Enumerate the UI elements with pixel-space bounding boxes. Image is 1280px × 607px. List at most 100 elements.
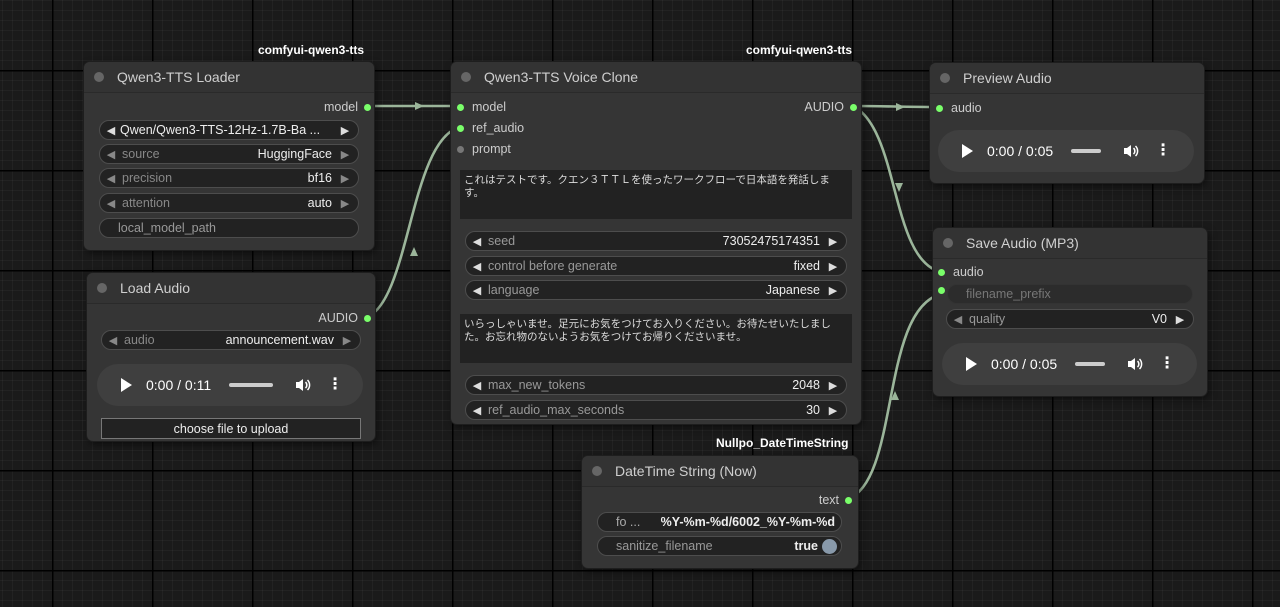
arrow-left-icon[interactable]: ◀ xyxy=(106,334,120,347)
audio-player[interactable]: 0:00 / 0:11 ⋮ xyxy=(97,364,363,406)
model-combo[interactable]: ◀ Qwen/Qwen3-TTS-12Hz-1.7B-Ba ... ▶ xyxy=(99,120,359,140)
output-slot-text[interactable]: text xyxy=(819,493,852,507)
slot-connector-icon[interactable] xyxy=(457,124,464,132)
slot-connector-icon[interactable] xyxy=(457,145,464,153)
more-options-icon[interactable]: ⋮ xyxy=(1155,143,1171,159)
more-options-icon[interactable]: ⋮ xyxy=(1159,356,1175,372)
collapse-dot-icon[interactable] xyxy=(943,238,953,248)
ref-audio-max-seconds-widget[interactable]: ◀ ref_audio_max_seconds 30 ▶ xyxy=(465,400,847,420)
arrow-right-icon[interactable]: ▶ xyxy=(340,334,354,347)
node-qwen3-tts-voice-clone[interactable]: Qwen3-TTS Voice Clone model ref_audio pr… xyxy=(451,62,861,424)
node-header[interactable]: Preview Audio xyxy=(930,63,1204,94)
combo-value: Qwen/Qwen3-TTS-12Hz-1.7B-Ba ... xyxy=(120,123,321,137)
arrow-right-icon[interactable]: ▶ xyxy=(826,284,840,297)
arrow-left-icon[interactable]: ◀ xyxy=(470,404,484,417)
seed-widget[interactable]: ◀ seed 73052475174351 ▶ xyxy=(465,231,847,251)
collapse-dot-icon[interactable] xyxy=(94,72,104,82)
arrow-left-icon[interactable]: ◀ xyxy=(104,124,118,137)
collapse-dot-icon[interactable] xyxy=(592,466,602,476)
more-options-icon[interactable]: ⋮ xyxy=(327,377,343,393)
node-preview-audio[interactable]: Preview Audio audio 0:00 / 0:05 ⋮ xyxy=(930,63,1204,183)
play-icon[interactable] xyxy=(962,144,973,158)
slot-connector-icon[interactable] xyxy=(938,287,945,294)
max-new-tokens-widget[interactable]: ◀ max_new_tokens 2048 ▶ xyxy=(465,375,847,395)
arrow-left-icon[interactable]: ◀ xyxy=(470,284,484,297)
node-badge: comfyui-qwen3-tts xyxy=(258,43,365,57)
arrow-left-icon[interactable]: ◀ xyxy=(470,379,484,392)
arrow-left-icon[interactable]: ◀ xyxy=(951,313,965,326)
toggle-knob-icon[interactable] xyxy=(822,538,837,554)
input-slot-prompt[interactable]: prompt xyxy=(457,142,511,156)
player-time: 0:00 / 0:11 xyxy=(146,377,212,393)
collapse-dot-icon[interactable] xyxy=(940,73,950,83)
input-slot-audio[interactable]: audio xyxy=(936,101,982,115)
language-combo[interactable]: ◀ language Japanese ▶ xyxy=(465,280,847,300)
arrow-left-icon[interactable]: ◀ xyxy=(104,197,118,210)
arrow-right-icon[interactable]: ▶ xyxy=(1173,313,1187,326)
seek-bar[interactable] xyxy=(229,383,274,387)
arrow-right-icon[interactable]: ▶ xyxy=(338,172,352,185)
text-input[interactable]: これはテストです。クエン３ＴＴＬを使ったワークフローで日本語を発話します。 xyxy=(460,170,852,219)
arrow-right-icon[interactable]: ▶ xyxy=(826,235,840,248)
node-save-audio-mp3[interactable]: Save Audio (MP3) audio filename_prefix ◀… xyxy=(933,228,1207,396)
arrow-right-icon[interactable]: ▶ xyxy=(826,404,840,417)
node-header[interactable]: Save Audio (MP3) xyxy=(933,228,1207,259)
precision-combo[interactable]: ◀ precision bf16 ▶ xyxy=(99,168,359,188)
node-datetime-string[interactable]: DateTime String (Now) text fo ... %Y-%m-… xyxy=(582,456,858,568)
arrow-right-icon[interactable]: ▶ xyxy=(826,260,840,273)
node-load-audio[interactable]: Load Audio AUDIO ◀ audio announcement.wa… xyxy=(87,273,375,441)
volume-icon[interactable] xyxy=(295,377,311,393)
widget-label: source xyxy=(122,147,160,161)
slot-connector-icon[interactable] xyxy=(936,104,943,112)
widget-value: 2048 xyxy=(792,378,820,392)
play-icon[interactable] xyxy=(121,378,132,392)
input-slot-model[interactable]: model xyxy=(457,100,506,114)
slot-label: audio xyxy=(951,101,982,115)
input-slot-ref-audio[interactable]: ref_audio xyxy=(457,121,524,135)
ref-text-input[interactable]: いらっしゃいませ。足元にお気をつけてお入りください。お待たせいたしました。お忘れ… xyxy=(460,314,852,363)
output-slot-audio[interactable]: AUDIO xyxy=(318,311,371,325)
attention-combo[interactable]: ◀ attention auto ▶ xyxy=(99,193,359,213)
slot-connector-icon[interactable] xyxy=(364,103,371,111)
choose-file-button[interactable]: choose file to upload xyxy=(101,418,361,439)
arrow-right-icon[interactable]: ▶ xyxy=(338,197,352,210)
output-slot-model[interactable]: model xyxy=(324,100,371,114)
audio-player[interactable]: 0:00 / 0:05 ⋮ xyxy=(942,343,1197,385)
arrow-left-icon[interactable]: ◀ xyxy=(104,148,118,161)
sanitize-filename-toggle[interactable]: sanitize_filename true xyxy=(597,536,842,556)
arrow-left-icon[interactable]: ◀ xyxy=(470,260,484,273)
slot-connector-icon[interactable] xyxy=(457,103,464,111)
seek-bar[interactable] xyxy=(1071,149,1102,153)
slot-connector-icon[interactable] xyxy=(845,496,852,504)
control-before-generate-combo[interactable]: ◀ control before generate fixed ▶ xyxy=(465,256,847,276)
node-header[interactable]: Load Audio xyxy=(87,273,375,304)
collapse-dot-icon[interactable] xyxy=(461,72,471,82)
arrow-left-icon[interactable]: ◀ xyxy=(104,172,118,185)
slot-connector-icon[interactable] xyxy=(938,268,945,276)
output-slot-audio[interactable]: AUDIO xyxy=(804,100,857,114)
source-combo[interactable]: ◀ source HuggingFace ▶ xyxy=(99,144,359,164)
slot-connector-icon[interactable] xyxy=(364,314,371,322)
volume-icon[interactable] xyxy=(1123,143,1139,159)
audio-combo[interactable]: ◀ audio announcement.wav ▶ xyxy=(101,330,361,350)
arrow-right-icon[interactable]: ▶ xyxy=(338,124,352,137)
seek-bar[interactable] xyxy=(1075,362,1106,366)
slot-connector-icon[interactable] xyxy=(850,103,857,111)
node-qwen3-tts-loader[interactable]: Qwen3-TTS Loader model ◀ Qwen/Qwen3-TTS-… xyxy=(84,62,374,250)
play-icon[interactable] xyxy=(966,357,977,371)
volume-icon[interactable] xyxy=(1127,356,1143,372)
node-header[interactable]: Qwen3-TTS Loader xyxy=(84,62,374,93)
node-header[interactable]: Qwen3-TTS Voice Clone xyxy=(451,62,861,93)
arrow-right-icon[interactable]: ▶ xyxy=(826,379,840,392)
arrow-left-icon[interactable]: ◀ xyxy=(470,235,484,248)
quality-combo[interactable]: ◀ quality V0 ▶ xyxy=(946,309,1194,329)
input-slot-audio[interactable]: audio xyxy=(938,265,984,279)
arrow-right-icon[interactable]: ▶ xyxy=(338,148,352,161)
widget-value: bf16 xyxy=(307,171,332,185)
filename-prefix-input[interactable]: filename_prefix xyxy=(947,284,1193,304)
local-model-path-input[interactable]: local_model_path xyxy=(99,218,359,238)
format-input[interactable]: fo ... %Y-%m-%d/6002_%Y-%m-%d xyxy=(597,512,842,532)
node-header[interactable]: DateTime String (Now) xyxy=(582,456,858,487)
audio-player[interactable]: 0:00 / 0:05 ⋮ xyxy=(938,130,1194,172)
collapse-dot-icon[interactable] xyxy=(97,283,107,293)
